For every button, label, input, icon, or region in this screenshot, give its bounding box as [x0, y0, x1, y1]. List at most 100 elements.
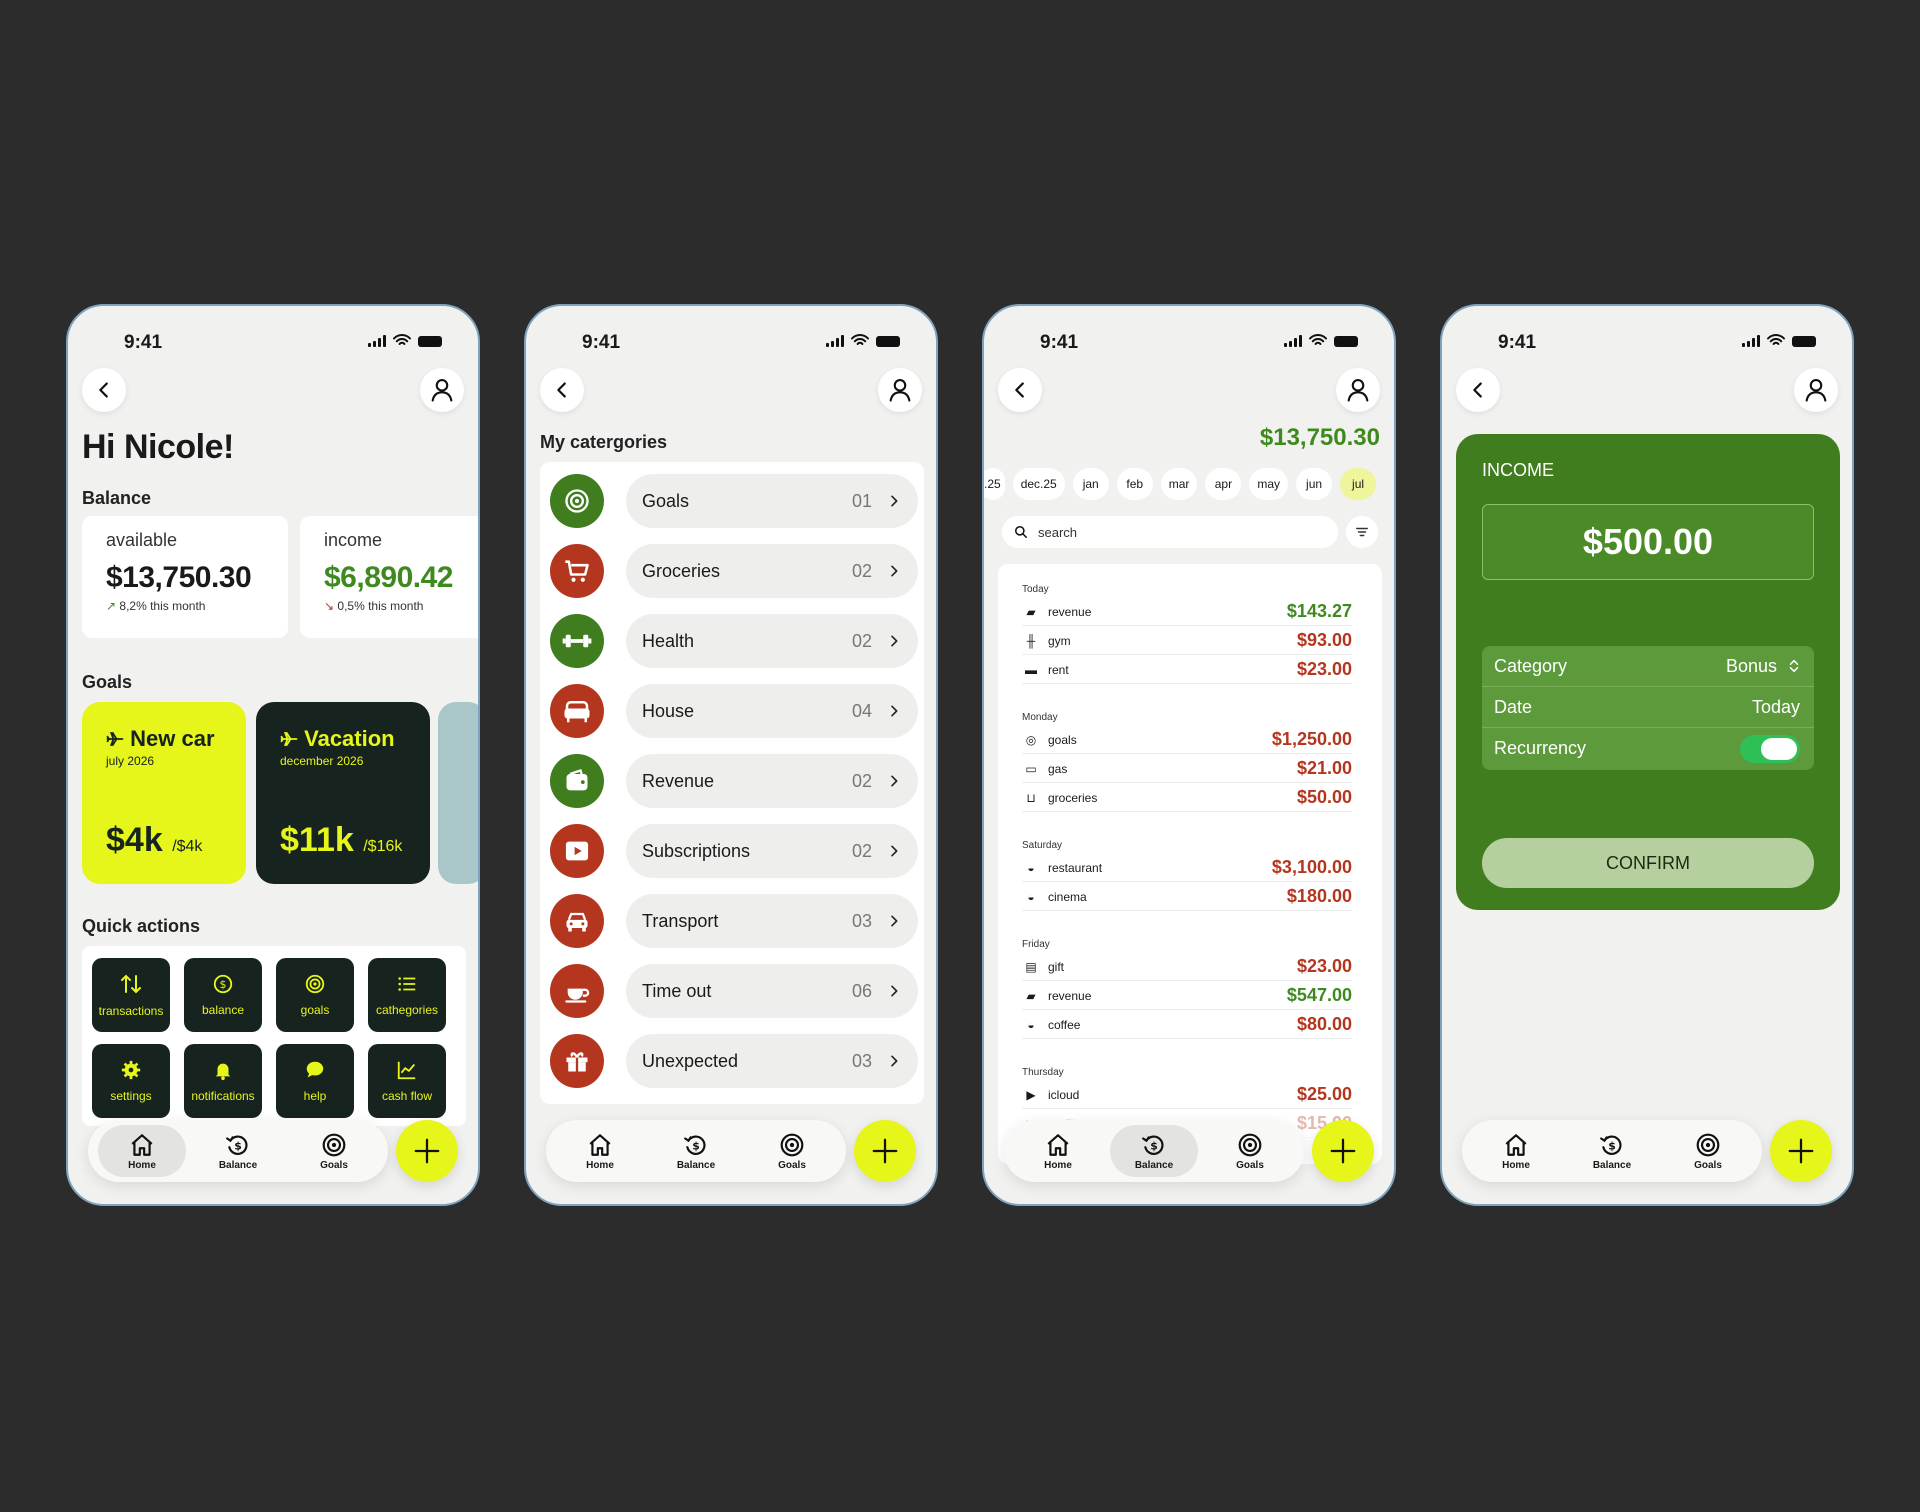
month-chip[interactable]: apr: [1205, 468, 1242, 500]
goal-card-vacation[interactable]: Vacation december 2026 $11k /$16k: [256, 702, 430, 884]
income-card[interactable]: income $6,890.42 ↘ 0,5% this month: [300, 516, 478, 638]
month-chip[interactable]: may: [1249, 468, 1289, 500]
goal-card-new-car[interactable]: New car july 2026 $4k /$4k: [82, 702, 246, 884]
nav-balance[interactable]: Balance: [1568, 1125, 1656, 1177]
nav-goals[interactable]: Goals: [290, 1125, 378, 1177]
field-label: Category: [1494, 655, 1568, 676]
nav-balance[interactable]: Balance: [1110, 1125, 1198, 1177]
income-change-text: 0,5% this month: [337, 599, 424, 613]
category-house[interactable]: House 04: [550, 684, 918, 738]
category-transport[interactable]: Transport 03: [550, 894, 918, 948]
cash-flow-button[interactable]: cash flow: [368, 1044, 446, 1118]
amount-input[interactable]: $500.00: [1482, 504, 1814, 580]
month-chip[interactable]: jan: [1072, 468, 1109, 500]
goals-button[interactable]: goals: [276, 958, 354, 1032]
search-input[interactable]: search: [1002, 516, 1338, 548]
help-button[interactable]: help: [276, 1044, 354, 1118]
category-pill[interactable]: Subscriptions 02: [626, 824, 918, 878]
user-icon: [1344, 376, 1372, 404]
month-chip[interactable]: .25: [984, 468, 1005, 500]
transaction-row[interactable]: ╫ gym $93.00: [1022, 627, 1352, 655]
nav-home[interactable]: Home: [98, 1125, 186, 1177]
category-pill[interactable]: Health 02: [626, 614, 918, 668]
transaction-row[interactable]: ◒ cinema $180.00: [1022, 883, 1352, 911]
nav-goals[interactable]: Goals: [1206, 1125, 1294, 1177]
category-unexpected[interactable]: Unexpected 03: [550, 1034, 918, 1088]
category-goals[interactable]: Goals 01: [550, 474, 918, 528]
category-pill[interactable]: House 04: [626, 684, 918, 738]
transaction-row[interactable]: ▶ icloud $25.00: [1022, 1081, 1352, 1109]
search-icon: [1014, 525, 1028, 539]
back-button[interactable]: [82, 368, 126, 412]
profile-button[interactable]: [1336, 368, 1380, 412]
notifications-button[interactable]: notifications: [184, 1044, 262, 1118]
category-count: 01: [851, 490, 872, 511]
category-health[interactable]: Health 02: [550, 614, 918, 668]
nav-home[interactable]: Home: [556, 1125, 644, 1177]
income-change: ↘ 0,5% this month: [324, 599, 466, 613]
category-pill[interactable]: Groceries 02: [626, 544, 918, 598]
month-chip-selected[interactable]: jul: [1340, 468, 1377, 500]
profile-button[interactable]: [420, 368, 464, 412]
plus-icon: [1786, 1136, 1816, 1166]
settings-button[interactable]: settings: [92, 1044, 170, 1118]
profile-button[interactable]: [1794, 368, 1838, 412]
add-button[interactable]: [854, 1120, 916, 1182]
nav-label: Balance: [676, 1159, 716, 1171]
transaction-row[interactable]: ⊔ groceries $50.00: [1022, 784, 1352, 812]
month-chip[interactable]: jun: [1296, 468, 1333, 500]
nav-balance[interactable]: Balance: [652, 1125, 740, 1177]
back-button[interactable]: [1456, 368, 1500, 412]
wifi-icon: [393, 334, 411, 345]
transaction-row[interactable]: ▭ gas $21.00: [1022, 755, 1352, 783]
wallet-icon: ▰: [1026, 988, 1036, 1003]
nav-goals[interactable]: Goals: [1664, 1125, 1752, 1177]
day-label: Friday: [1022, 939, 1050, 950]
add-button[interactable]: [1312, 1120, 1374, 1182]
transaction-row[interactable]: ◒ restaurant $3,100.00: [1022, 854, 1352, 882]
gear-icon: [121, 1060, 141, 1080]
back-button[interactable]: [540, 368, 584, 412]
back-button[interactable]: [998, 368, 1042, 412]
tx-name: rent: [1048, 662, 1069, 677]
transaction-row[interactable]: ▬ rent $23.00: [1022, 656, 1352, 684]
transaction-row[interactable]: ▤ gift $23.00: [1022, 953, 1352, 981]
transaction-row[interactable]: ◎ goals $1,250.00: [1022, 726, 1352, 754]
cathegories-button[interactable]: cathegories: [368, 958, 446, 1032]
category-revenue[interactable]: Revenue 02: [550, 754, 918, 808]
date-field[interactable]: Date Today: [1482, 687, 1814, 728]
profile-button[interactable]: [878, 368, 922, 412]
nav-balance[interactable]: Balance: [194, 1125, 282, 1177]
tx-amount: $3,100.00: [1271, 857, 1352, 877]
category-field[interactable]: Category Bonus: [1482, 646, 1814, 687]
transaction-row[interactable]: ◒ coffee $80.00: [1022, 1011, 1352, 1039]
add-button[interactable]: [396, 1120, 458, 1182]
nav-home[interactable]: Home: [1014, 1125, 1102, 1177]
transaction-row[interactable]: ▰ revenue $143.27: [1022, 598, 1352, 626]
field-value[interactable]: Today: [1752, 697, 1800, 718]
month-chip[interactable]: dec.25: [1012, 468, 1065, 500]
filter-button[interactable]: [1346, 516, 1378, 548]
category-pill[interactable]: Time out 06: [626, 964, 918, 1018]
month-chip[interactable]: mar: [1160, 468, 1198, 500]
month-chip[interactable]: feb: [1116, 468, 1153, 500]
category-pill[interactable]: Transport 03: [626, 894, 918, 948]
available-card[interactable]: available $13,750.30 ↗ 8,2% this month: [82, 516, 288, 638]
goal-card-partial[interactable]: [438, 702, 478, 884]
confirm-button[interactable]: CONFIRM: [1482, 838, 1814, 888]
balance-button[interactable]: $ balance: [184, 958, 262, 1032]
recurrency-toggle[interactable]: [1740, 734, 1800, 763]
tx-amount: $180.00: [1286, 886, 1352, 906]
category-pill[interactable]: Goals 01: [626, 474, 918, 528]
category-pill[interactable]: Unexpected 03: [626, 1034, 918, 1088]
category-time-out[interactable]: Time out 06: [550, 964, 918, 1018]
add-button[interactable]: [1770, 1120, 1832, 1182]
nav-goals[interactable]: Goals: [748, 1125, 836, 1177]
category-groceries[interactable]: Groceries 02: [550, 544, 918, 598]
transaction-row[interactable]: ▰ revenue $547.00: [1022, 982, 1352, 1010]
category-select[interactable]: Bonus: [1726, 656, 1800, 677]
transactions-button[interactable]: transactions: [92, 958, 170, 1032]
nav-home[interactable]: Home: [1472, 1125, 1560, 1177]
category-pill[interactable]: Revenue 02: [626, 754, 918, 808]
category-subscriptions[interactable]: Subscriptions 02: [550, 824, 918, 878]
